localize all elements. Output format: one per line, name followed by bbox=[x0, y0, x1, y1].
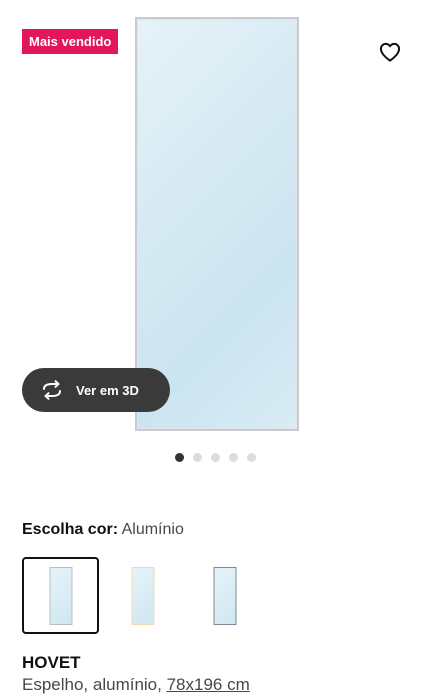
view-in-3d-button[interactable]: Ver em 3D bbox=[22, 368, 170, 412]
product-size-link[interactable]: 78x196 cm bbox=[167, 675, 250, 694]
carousel-dot[interactable] bbox=[247, 453, 256, 462]
product-image-area[interactable]: Mais vendido Ver em 3D bbox=[0, 0, 434, 440]
color-option-2[interactable] bbox=[104, 557, 181, 634]
best-seller-badge: Mais vendido bbox=[22, 29, 119, 54]
product-description-text: Espelho, alumínio, bbox=[22, 675, 167, 694]
image-carousel-dots bbox=[175, 453, 256, 462]
color-option-aluminium[interactable] bbox=[22, 557, 99, 634]
color-option-thumbnail bbox=[213, 566, 236, 625]
favorite-button[interactable] bbox=[370, 32, 410, 72]
carousel-dot[interactable] bbox=[193, 453, 202, 462]
color-option-3[interactable] bbox=[186, 557, 263, 634]
heart-outline-icon bbox=[379, 42, 401, 62]
carousel-dot[interactable] bbox=[175, 453, 184, 462]
carousel-dot[interactable] bbox=[211, 453, 220, 462]
mirror-product-image bbox=[135, 17, 299, 431]
rotate-360-icon bbox=[40, 378, 64, 402]
view-in-3d-label: Ver em 3D bbox=[76, 382, 139, 398]
color-option-thumbnail bbox=[131, 566, 154, 625]
product-name: HOVET bbox=[22, 653, 81, 672]
carousel-dot[interactable] bbox=[229, 453, 238, 462]
selected-color-value: Alumínio bbox=[121, 521, 184, 538]
color-choice-label: Escolha cor: Alumínio bbox=[22, 521, 184, 539]
product-description: Espelho, alumínio, 78x196 cm bbox=[22, 675, 250, 695]
color-option-thumbnail bbox=[49, 566, 72, 625]
color-choice-title: Escolha cor: bbox=[22, 521, 119, 538]
